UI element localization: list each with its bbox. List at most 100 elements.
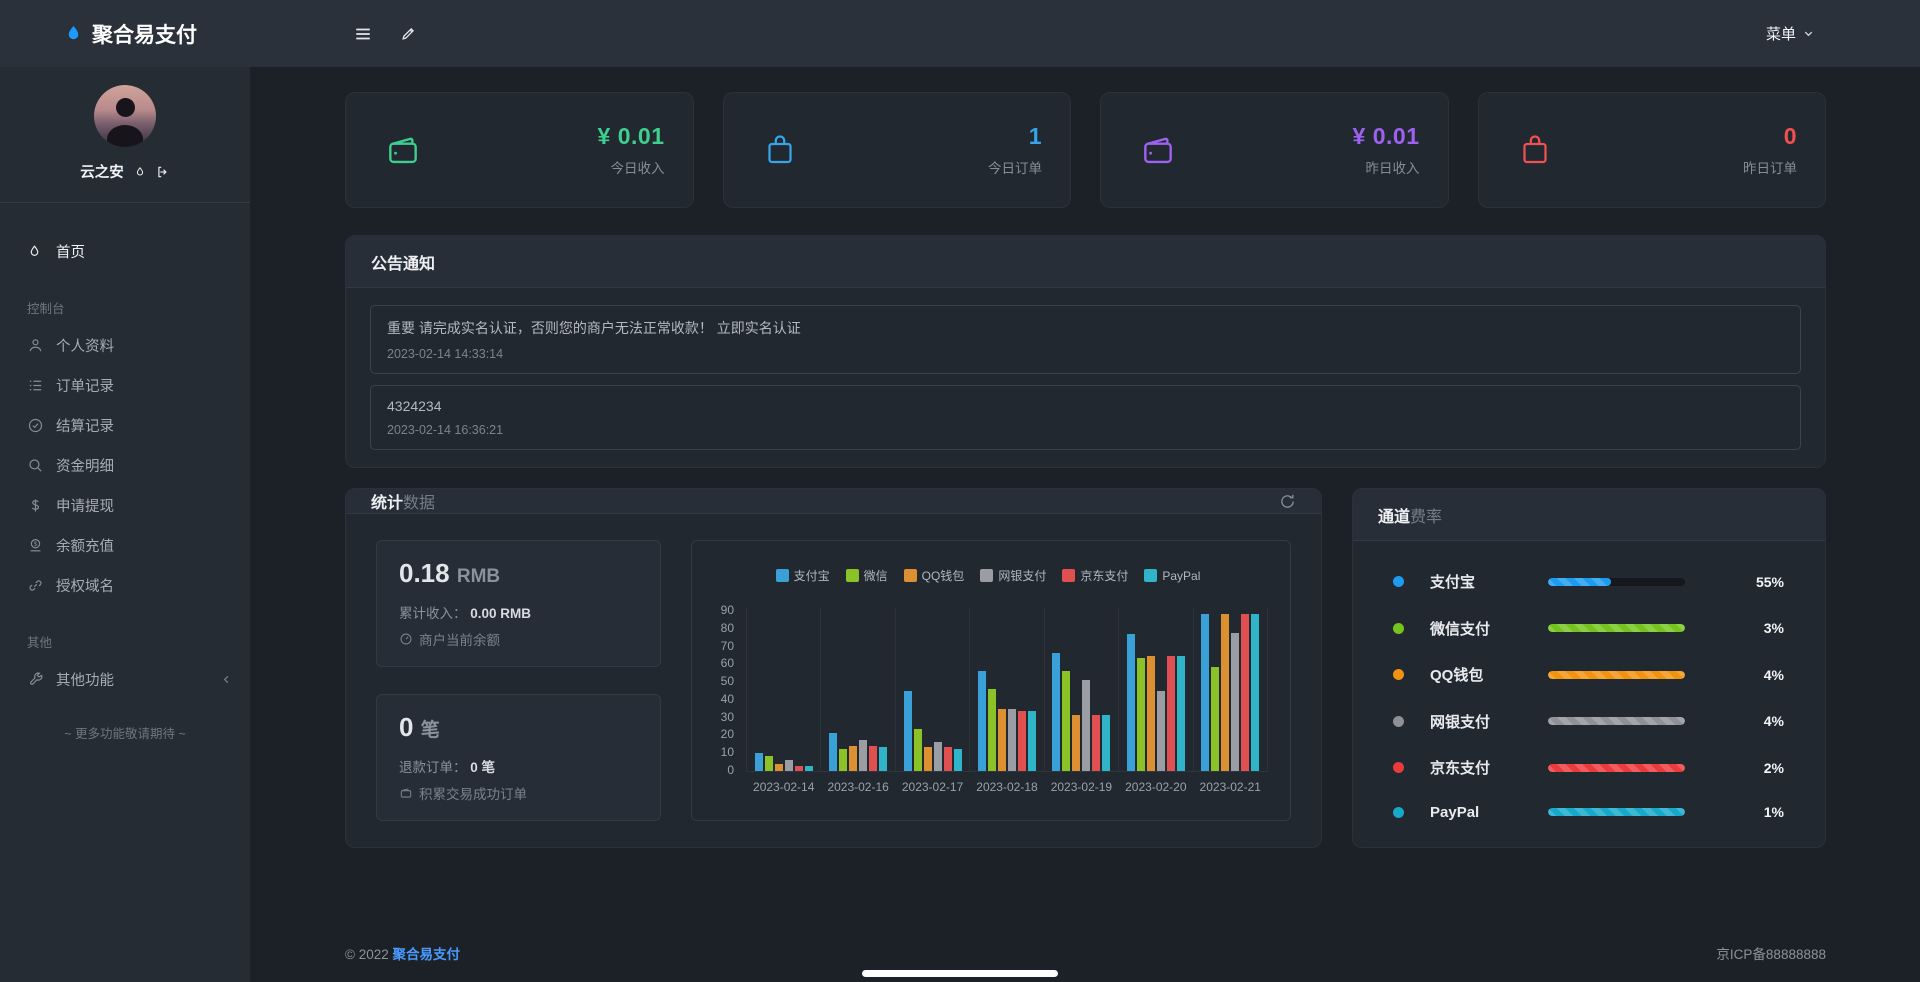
home-indicator (862, 970, 1058, 977)
realname-link[interactable]: 立即实名认证 (717, 320, 801, 336)
sidebar-item-domains[interactable]: 授权域名 (0, 565, 250, 605)
channel-rates-list: 支付宝 55% 微信支付 3% QQ钱包 4% (1353, 541, 1825, 847)
sidebar: 云之安 首页 控制台 个人资料 订单记录 (0, 67, 250, 982)
stat-label: 今日订单 (988, 157, 1042, 177)
channel-dot (1393, 576, 1404, 587)
bar-PayPal (879, 747, 887, 771)
y-tick-label: 50 (708, 675, 734, 687)
sidebar-toggle-button[interactable] (354, 25, 372, 43)
legend-swatch (776, 569, 789, 582)
bar-京东支付 (944, 747, 952, 771)
edit-pencil-button[interactable] (400, 25, 417, 42)
bag-icon (1517, 131, 1555, 169)
top-navbar: 聚合易支付 菜单 (0, 0, 1920, 67)
sidebar-item-orders[interactable]: 订单记录 (0, 365, 250, 405)
legend-item[interactable]: QQ钱包 (904, 567, 965, 584)
brand-drop-icon (64, 24, 83, 43)
progress-bar (1548, 671, 1685, 679)
x-tick-label: 2023-02-20 (1119, 780, 1192, 794)
channel-rates-header: 通道费率 (1353, 489, 1825, 541)
bar-QQ钱包 (998, 709, 1006, 771)
legend-item[interactable]: 支付宝 (776, 567, 830, 584)
announcement-title: 公告通知 (371, 250, 435, 274)
chart-y-axis: 9080706050403020100 (708, 604, 734, 776)
sidebar-item-funds[interactable]: 资金明细 (0, 445, 250, 485)
coin-icon: $ (27, 537, 44, 554)
legend-swatch (980, 569, 993, 582)
announcement-time: 2023-02-14 14:33:14 (387, 347, 1784, 361)
sidebar-item-other-functions[interactable]: 其他功能 (0, 659, 250, 699)
legend-item[interactable]: 网银支付 (980, 567, 1046, 584)
channel-row-qq: QQ钱包 4% (1393, 664, 1784, 685)
bar-支付宝 (1127, 634, 1135, 771)
bar-支付宝 (904, 691, 912, 771)
statistics-header: 统计数据 (346, 489, 1321, 514)
channel-row-alipay: 支付宝 55% (1393, 571, 1784, 592)
bar-京东支付 (1241, 614, 1249, 771)
footer: © 2022 聚合易支付 京ICP备88888888 (345, 943, 1826, 963)
bar-支付宝 (755, 753, 763, 771)
channel-dot (1393, 623, 1404, 634)
sidebar-item-settlements[interactable]: 结算记录 (0, 405, 250, 445)
bar-京东支付 (1018, 711, 1026, 771)
avatar (94, 85, 156, 147)
x-tick-label: 2023-02-16 (821, 780, 894, 794)
stat-card-today-income: ¥ 0.01 今日收入 (345, 92, 694, 208)
bar-京东支付 (1167, 656, 1175, 771)
refund-panel: 0 笔 退款订单： 0 笔 积累交易成功订单 (376, 694, 661, 821)
sidebar-note: ~ 更多功能敬请期待 ~ (0, 723, 250, 742)
username: 云之安 (80, 161, 124, 182)
check-circle-icon (27, 417, 44, 434)
logout-icon[interactable] (156, 165, 170, 179)
bar-微信 (839, 749, 847, 771)
channel-dot (1393, 807, 1404, 818)
stat-value: 1 (988, 123, 1042, 150)
bar-支付宝 (1052, 653, 1060, 771)
wrench-icon (27, 671, 44, 688)
bar-PayPal (954, 749, 962, 771)
channel-dot (1393, 762, 1404, 773)
bar-QQ钱包 (1221, 614, 1229, 771)
bar-微信 (1062, 671, 1070, 771)
divider (0, 202, 250, 203)
balance-panel: 0.18 RMB 累计收入： 0.00 RMB 商户当前余额 (376, 540, 661, 667)
stat-card-yesterday-orders: 0 昨日订单 (1478, 92, 1827, 208)
channel-rates-card: 通道费率 支付宝 55% 微信支付 3% QQ钱包 (1352, 488, 1826, 848)
brand-title: 聚合易支付 (92, 19, 197, 49)
announcement-time: 2023-02-14 16:36:21 (387, 423, 1784, 437)
x-tick-label: 2023-02-19 (1045, 780, 1118, 794)
legend-swatch (1062, 569, 1075, 582)
bar-京东支付 (1092, 715, 1100, 771)
legend-item[interactable]: PayPal (1144, 567, 1200, 584)
refresh-icon[interactable] (1279, 493, 1296, 510)
sidebar-item-recharge[interactable]: $ 余额充值 (0, 525, 250, 565)
bar-微信 (765, 756, 773, 771)
chevron-left-icon (221, 674, 232, 685)
chart-group: 2023-02-21 (1194, 608, 1268, 771)
sidebar-item-withdraw[interactable]: 申请提现 (0, 485, 250, 525)
x-tick-label: 2023-02-14 (747, 780, 820, 794)
legend-item[interactable]: 京东支付 (1062, 567, 1128, 584)
footer-brand-link[interactable]: 聚合易支付 (393, 947, 461, 962)
statistics-title: 统计 (371, 489, 403, 513)
bar-微信 (988, 689, 996, 771)
sidebar-item-profile[interactable]: 个人资料 (0, 325, 250, 365)
announcement-card: 公告通知 重要 请完成实名认证，否则您的商户无法正常收款！ 立即实名认证 202… (345, 235, 1826, 468)
legend-item[interactable]: 微信 (846, 567, 888, 584)
sidebar-item-home[interactable]: 首页 (0, 231, 250, 271)
stat-card-yesterday-income: ¥ 0.01 昨日收入 (1100, 92, 1449, 208)
chevron-down-icon (1803, 28, 1814, 39)
chart-legend: 支付宝微信 QQ钱包网银支付京东支付 PayPal (708, 567, 1268, 584)
stat-value: ¥ 0.01 (598, 123, 665, 150)
brand[interactable]: 聚合易支付 (0, 19, 250, 49)
x-tick-label: 2023-02-18 (970, 780, 1043, 794)
channel-row-paypal: PayPal 1% (1393, 804, 1784, 821)
chart-group: 2023-02-20 (1119, 608, 1193, 771)
menu-dropdown[interactable]: 菜单 (1766, 23, 1814, 44)
menu-label: 菜单 (1766, 23, 1796, 44)
bar-微信 (914, 729, 922, 771)
bar-网银支付 (1008, 709, 1016, 771)
x-tick-label: 2023-02-21 (1194, 780, 1267, 794)
announcement-item: 重要 请完成实名认证，否则您的商户无法正常收款！ 立即实名认证 2023-02-… (370, 305, 1801, 374)
bar-QQ钱包 (1072, 715, 1080, 771)
